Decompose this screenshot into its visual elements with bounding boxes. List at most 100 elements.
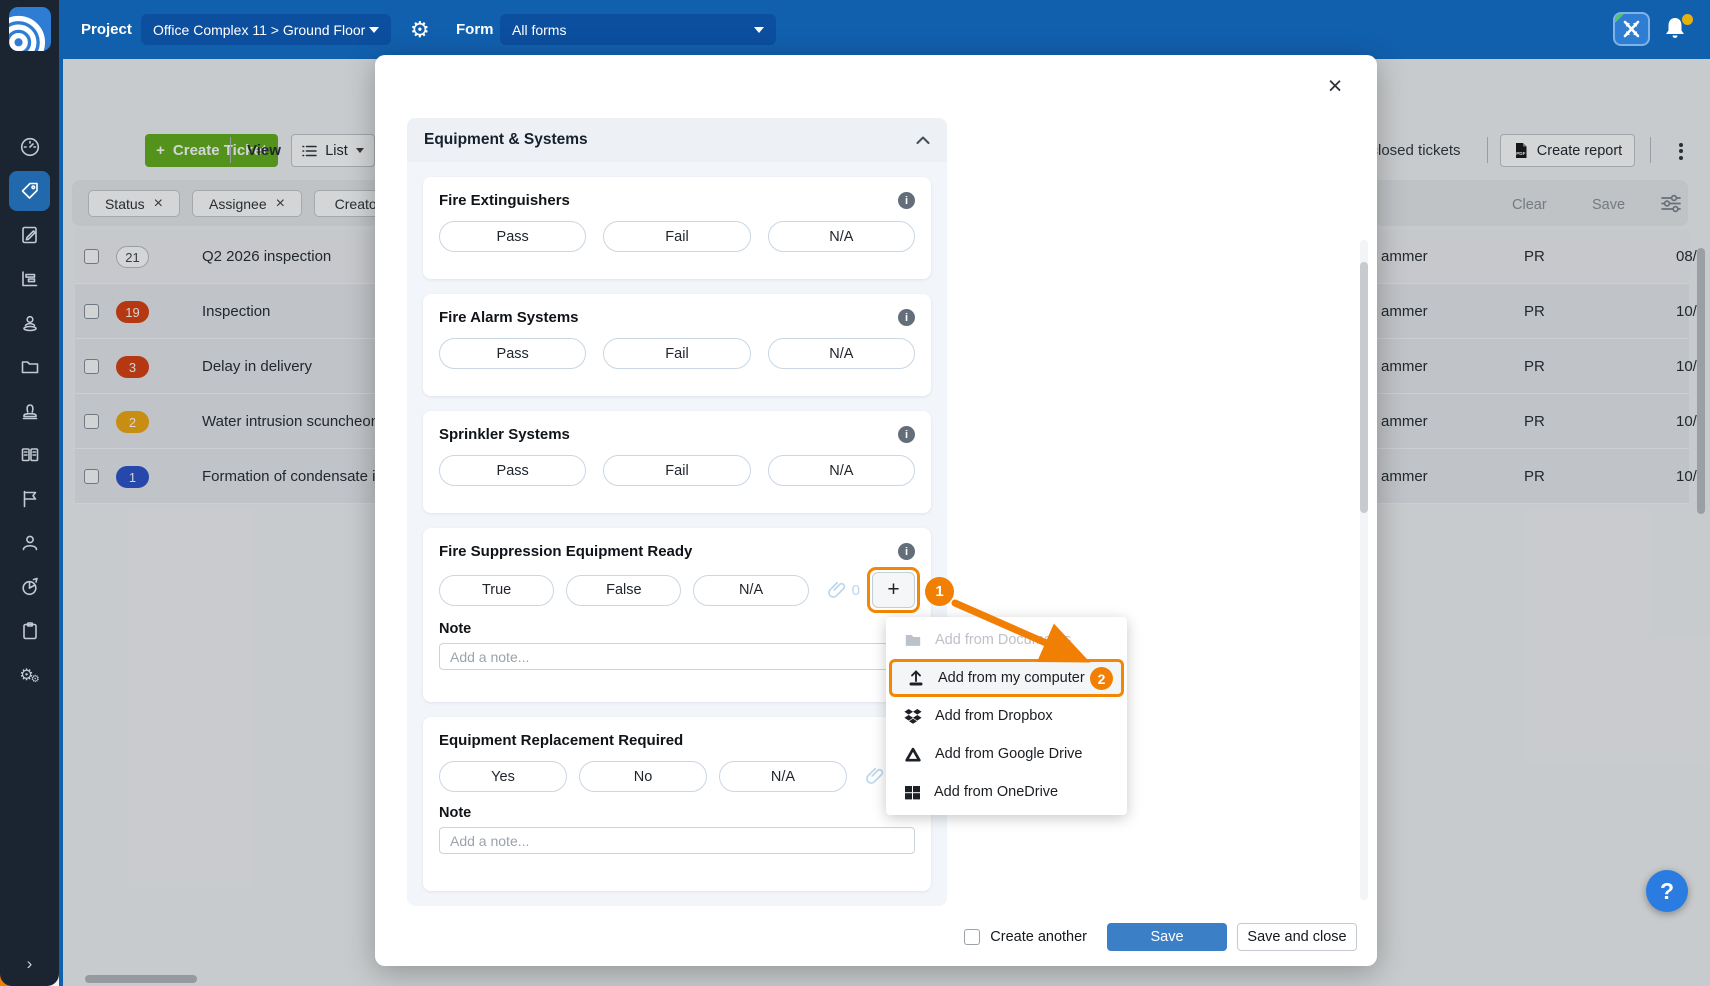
sidebar-item-plans[interactable] [9, 611, 50, 651]
option-na-button[interactable]: N/A [768, 338, 915, 369]
field-label: Equipment Replacement Required [439, 732, 683, 749]
save-and-close-button[interactable]: Save and close [1237, 923, 1357, 951]
add-attachment-button[interactable]: + [872, 572, 915, 608]
form-modal: × Equipment & Systems Fire Extinguishers… [375, 55, 1377, 966]
option-fail-button[interactable]: Fail [603, 455, 750, 486]
menu-item-label: Add from OneDrive [934, 784, 1058, 800]
create-another-label: Create another [990, 929, 1087, 945]
option-na-button[interactable]: N/A [768, 455, 915, 486]
modal-close-button[interactable]: × [1320, 71, 1350, 101]
top-bar: Project Office Complex 11 > Ground Floor… [0, 0, 1710, 59]
chevron-up-icon[interactable] [916, 136, 930, 144]
info-icon[interactable]: i [898, 426, 915, 443]
form-edit-icon [19, 224, 41, 246]
sidebar-item-reports[interactable] [9, 567, 50, 607]
menu-item-add-from-onedrive[interactable]: Add from OneDrive [886, 773, 1127, 811]
option-pass-button[interactable]: Pass [439, 338, 586, 369]
form-selector[interactable]: All forms [500, 14, 776, 45]
notifications-button[interactable] [1662, 14, 1694, 46]
app-logo[interactable] [9, 7, 51, 51]
field-label: Fire Extinguishers [439, 192, 570, 209]
option-no-button[interactable]: No [579, 761, 707, 792]
option-na-button[interactable]: N/A [693, 575, 808, 606]
sidebar-item-approvals[interactable] [9, 391, 50, 431]
field-label: Fire Suppression Equipment Ready [439, 543, 692, 560]
form-value: All forms [512, 22, 566, 38]
sidebar-item-people[interactable] [9, 523, 50, 563]
sidebar-item-settings[interactable]: ⚙⚙ [9, 655, 50, 695]
option-false-button[interactable]: False [566, 575, 681, 606]
annotation-step1-badge: 1 [925, 577, 954, 606]
person-icon [19, 532, 41, 554]
attachments-indicator: 0 [828, 581, 860, 600]
menu-item-add-from-documents: Add from Documents [886, 621, 1127, 659]
menu-item-label: Add from Documents [935, 632, 1071, 648]
sidebar-item-schedule[interactable] [9, 259, 50, 299]
field-card-equipment-replacement-required: Equipment Replacement Required i Yes No … [423, 717, 931, 891]
note-label: Note [439, 805, 915, 821]
form-section: Equipment & Systems Fire Extinguishers i… [407, 118, 947, 906]
folder-icon [904, 632, 922, 648]
help-button[interactable]: ? [1646, 870, 1688, 912]
info-icon[interactable]: i [898, 192, 915, 209]
project-settings-gear-icon[interactable]: ⚙ [410, 0, 430, 59]
form-label: Form [456, 0, 494, 59]
upload-icon [907, 669, 925, 687]
gears-icon: ⚙⚙ [19, 665, 39, 685]
field-label: Fire Alarm Systems [439, 309, 579, 326]
person-location-icon [19, 312, 41, 334]
paperclip-icon [828, 581, 847, 600]
flag-icon [19, 488, 41, 510]
sidebar-item-flags[interactable] [9, 479, 50, 519]
sidebar-item-files[interactable] [9, 347, 50, 387]
menu-item-add-from-my-computer[interactable]: Add from my computer 2 [889, 659, 1124, 697]
tag-icon [19, 180, 41, 202]
project-selector[interactable]: Office Complex 11 > Ground Floor [141, 14, 391, 45]
project-value: Office Complex 11 > Ground Floor [153, 22, 365, 38]
sidebar: ⚙⚙ › [0, 59, 59, 986]
option-fail-button[interactable]: Fail [603, 221, 750, 252]
notification-dot [1682, 14, 1693, 25]
project-label: Project [81, 0, 132, 59]
section-header[interactable]: Equipment & Systems [407, 118, 947, 162]
sidebar-item-dashboard[interactable] [9, 127, 50, 167]
onedrive-windows-icon [904, 784, 921, 801]
chevron-down-icon [369, 27, 379, 33]
section-title: Equipment & Systems [424, 131, 588, 149]
modal-scrollbar-thumb[interactable] [1360, 262, 1368, 513]
info-icon[interactable]: i [898, 309, 915, 326]
note-input[interactable] [439, 827, 915, 854]
menu-item-label: Add from Dropbox [935, 708, 1053, 724]
note-input[interactable] [439, 643, 915, 670]
create-another-checkbox[interactable] [964, 929, 980, 945]
sidebar-item-tickets[interactable] [9, 171, 50, 211]
booklets-icon [19, 444, 41, 466]
sidebar-expand-button[interactable]: › [0, 954, 59, 974]
sidebar-item-forms[interactable] [9, 215, 50, 255]
menu-item-add-from-google-drive[interactable]: Add from Google Drive [886, 735, 1127, 773]
option-pass-button[interactable]: Pass [439, 455, 586, 486]
paperclip-icon [866, 767, 885, 786]
gantt-chart-icon [19, 268, 41, 290]
option-true-button[interactable]: True [439, 575, 554, 606]
app-switcher-icon [1615, 14, 1648, 44]
option-yes-button[interactable]: Yes [439, 761, 567, 792]
chevron-down-icon [754, 27, 764, 33]
stamp-icon [19, 400, 41, 422]
dashboard-icon [19, 136, 41, 158]
sidebar-item-specifications[interactable] [9, 435, 50, 475]
info-icon[interactable]: i [898, 543, 915, 560]
save-button[interactable]: Save [1107, 923, 1227, 951]
clipboard-icon [19, 620, 41, 642]
menu-item-label: Add from Google Drive [935, 746, 1082, 762]
sidebar-item-site-people[interactable] [9, 303, 50, 343]
option-na-button[interactable]: N/A [719, 761, 847, 792]
menu-item-add-from-dropbox[interactable]: Add from Dropbox [886, 697, 1127, 735]
menu-item-label: Add from my computer [938, 670, 1085, 686]
option-na-button[interactable]: N/A [768, 221, 915, 252]
option-pass-button[interactable]: Pass [439, 221, 586, 252]
field-card-fire-alarm-systems: Fire Alarm Systems i Pass Fail N/A [423, 294, 931, 396]
option-fail-button[interactable]: Fail [603, 338, 750, 369]
app-switcher-button[interactable] [1613, 12, 1650, 46]
field-card-fire-extinguishers: Fire Extinguishers i Pass Fail N/A [423, 177, 931, 279]
